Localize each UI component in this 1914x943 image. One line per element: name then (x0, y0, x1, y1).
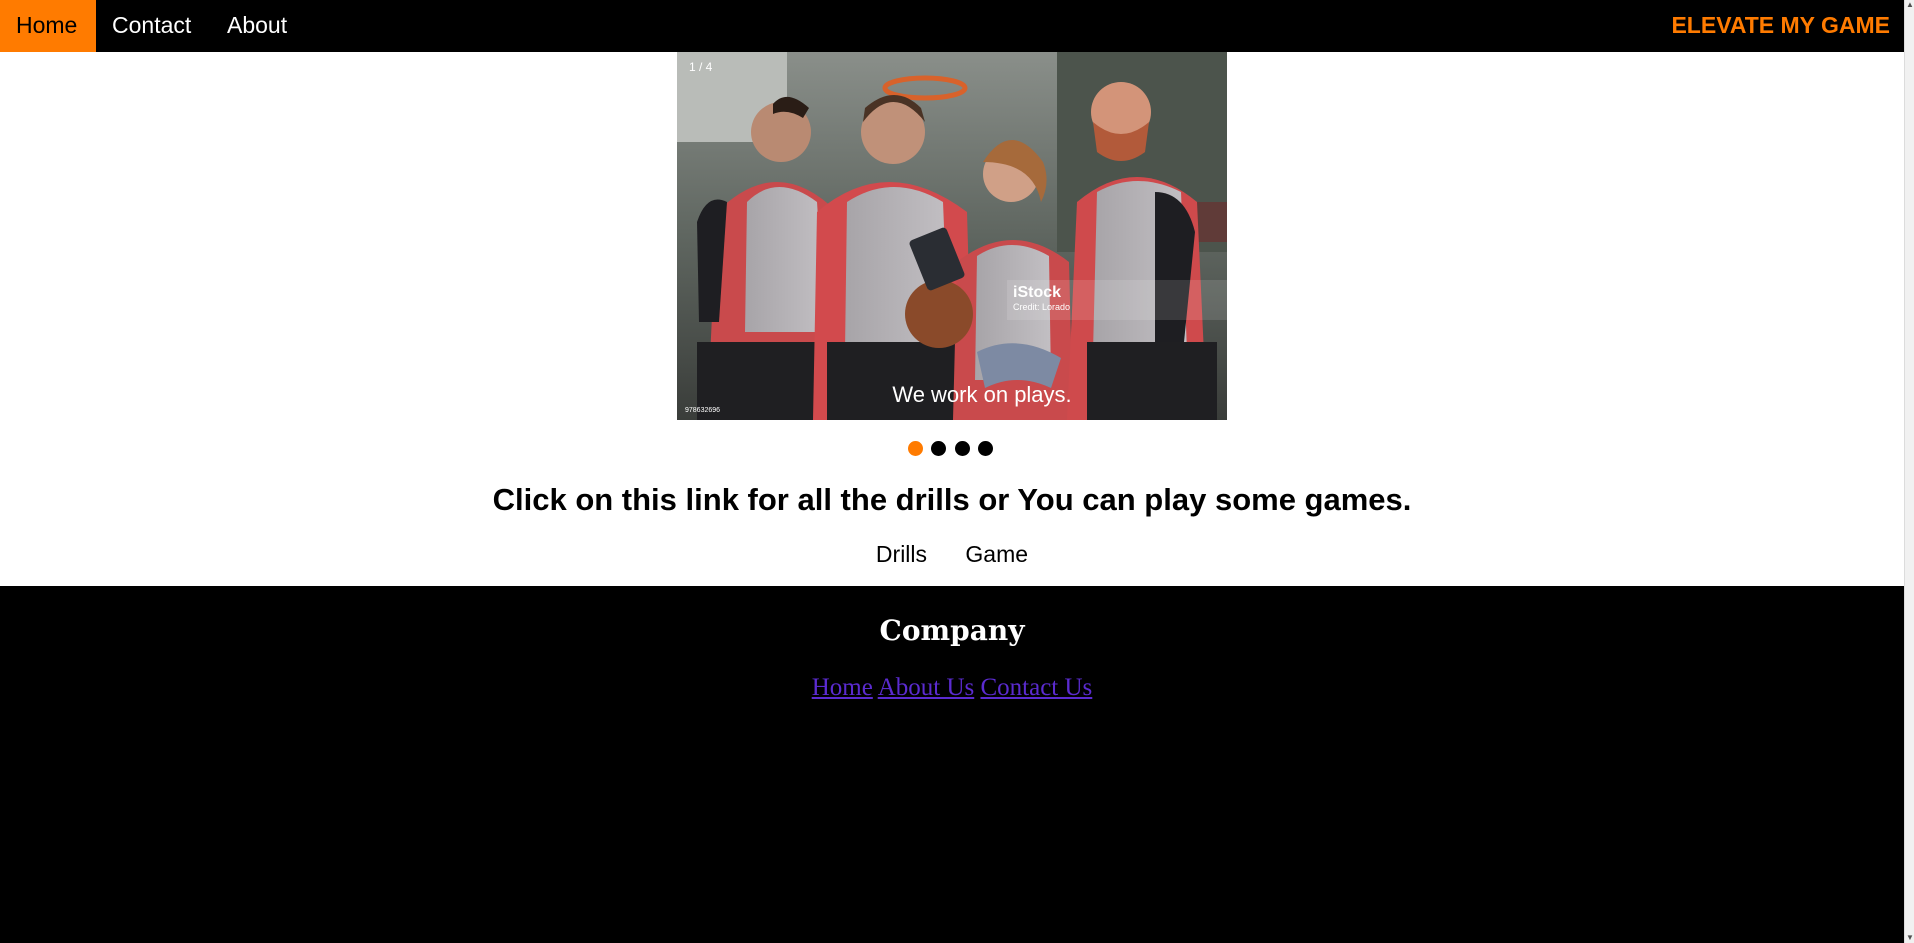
slide-dot-1[interactable] (908, 441, 923, 456)
scroll-up-arrow-icon[interactable]: ▲ (1906, 0, 1914, 10)
footer-contact-link[interactable]: Contact Us (980, 674, 1092, 701)
slide-dots (908, 441, 1008, 459)
game-link[interactable]: Game (965, 541, 1028, 568)
slide-counter: 1 / 4 (689, 60, 713, 74)
brand-title: ELEVATE MY GAME (1671, 12, 1890, 38)
page: Home Contact About ELEVATE MY GAME 1 / 4… (0, 0, 1914, 943)
slide-photo (677, 52, 1227, 420)
stock-watermark-credit: Credit: Lorado (1013, 302, 1071, 312)
top-nav-bar: Home Contact About ELEVATE MY GAME (0, 0, 1904, 52)
drills-link[interactable]: Drills (876, 541, 927, 568)
stock-image-id: 978632696 (685, 407, 721, 414)
stock-watermark-name: iStock (1013, 284, 1062, 301)
slide-dot-3[interactable] (955, 441, 970, 456)
slide-dot-4[interactable] (978, 441, 993, 456)
content-links: Drills Game (0, 541, 1904, 568)
nav-about-link[interactable]: About (211, 0, 315, 52)
stock-watermark: iStock Credit: Lorado (1013, 284, 1070, 312)
footer-about-link[interactable]: About Us (878, 674, 975, 701)
footer-home-link[interactable]: Home (812, 674, 873, 701)
footer-title: Company (879, 614, 1025, 647)
slide-caption: We work on plays. (892, 382, 1072, 407)
footer: Company Home About Us Contact Us (0, 586, 1904, 943)
page-headline: Click on this link for all the drills or… (492, 482, 1412, 517)
slide-dot-2[interactable] (931, 441, 946, 456)
slideshow: 1 / 4 iStock Credit: Lorado 978632696 We… (677, 52, 1227, 420)
nav-home-link[interactable]: Home (0, 0, 96, 52)
nav-contact-link[interactable]: Contact (96, 0, 200, 52)
scroll-down-arrow-icon[interactable]: ▼ (1906, 933, 1914, 943)
vertical-scrollbar[interactable]: ▲ ▼ (1904, 0, 1914, 943)
footer-links: Home About Us Contact Us (0, 674, 1904, 702)
